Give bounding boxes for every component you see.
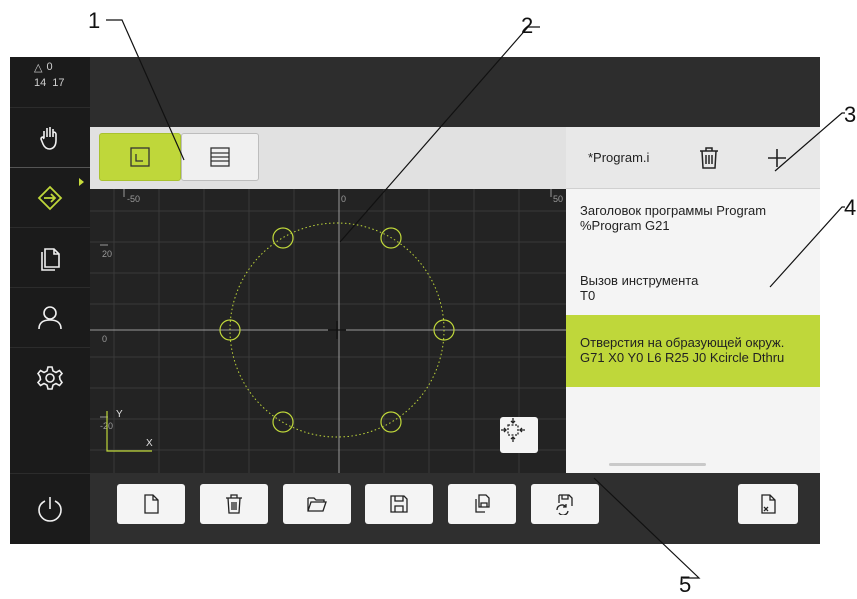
callout-number: 5 xyxy=(679,572,692,597)
callout-number: 3 xyxy=(844,102,857,127)
callout-number: 1 xyxy=(88,8,101,33)
callout-leaders xyxy=(106,19,845,579)
callout-number: 4 xyxy=(844,195,857,220)
callout-number: 2 xyxy=(521,13,534,38)
